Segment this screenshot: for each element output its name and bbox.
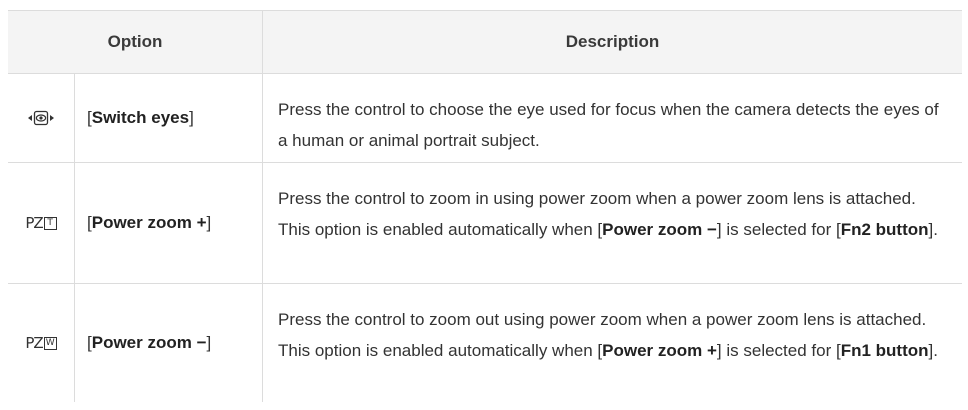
row-icon-cell: PZ T [8, 163, 74, 283]
tele-box: T [43, 216, 57, 230]
row-description: Press the control to choose the eye used… [262, 74, 962, 162]
power-zoom-tele-icon: PZ T [25, 214, 57, 232]
description-text: ]. [928, 341, 938, 360]
pz-prefix: PZ [25, 334, 43, 352]
table-row: PZ T [Power zoom +] Press the control to… [8, 163, 962, 284]
table-row: [Switch eyes] Press the control to choos… [8, 74, 962, 163]
power-zoom-wide-icon: PZ W [25, 334, 57, 352]
description-bold-ref: Power zoom − [602, 220, 717, 239]
option-name-bold: Power zoom + [91, 213, 207, 232]
header-option: Option [107, 32, 163, 51]
table-row: PZ W [Power zoom −] Press the control to… [8, 284, 962, 402]
description-bold-ref: Fn2 button [840, 220, 929, 239]
description-text: ]. [928, 220, 938, 239]
description-text: ] is selected for [ [716, 220, 841, 239]
option-name-bold: Switch eyes [91, 108, 190, 127]
row-description: Press the control to zoom in using power… [262, 163, 962, 283]
row-option-name: [Power zoom +] [74, 163, 262, 283]
option-name-bold: Power zoom − [91, 333, 207, 352]
description-text: ] is selected for [ [716, 341, 841, 360]
row-icon-cell: PZ W [8, 284, 74, 402]
switch-eyes-icon [28, 110, 54, 126]
row-description: Press the control to zoom out using powe… [262, 284, 962, 402]
bracket-close: ] [206, 213, 212, 232]
table-header: Option Description [8, 11, 962, 74]
pz-prefix: PZ [25, 214, 43, 232]
row-icon-cell [8, 74, 74, 162]
row-option-name: [Power zoom −] [74, 284, 262, 402]
bracket-close: ] [206, 333, 212, 352]
row-option-name: [Switch eyes] [74, 74, 262, 162]
bracket-close: ] [189, 108, 194, 127]
description-text: Press the control to choose the eye used… [278, 100, 939, 150]
options-table: Option Description [Switch eyes] Press t… [8, 10, 962, 402]
wide-box: W [43, 336, 57, 350]
header-description: Description [262, 11, 962, 73]
description-bold-ref: Power zoom + [602, 341, 717, 360]
description-bold-ref: Fn1 button [840, 341, 929, 360]
